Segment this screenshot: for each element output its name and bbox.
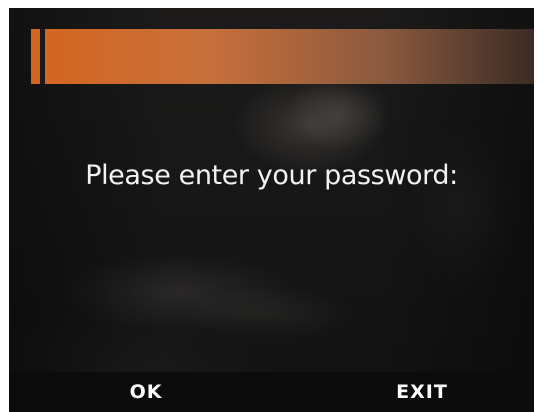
softkey-bar: OK EXIT (9, 372, 534, 412)
title-bar-accent (40, 29, 45, 84)
password-prompt: Please enter your password: (85, 160, 458, 191)
device-screen: Please enter your password: OK EXIT (9, 8, 534, 412)
title-bar (31, 29, 534, 84)
exit-softkey[interactable]: EXIT (387, 378, 457, 406)
ok-softkey[interactable]: OK (121, 378, 171, 406)
